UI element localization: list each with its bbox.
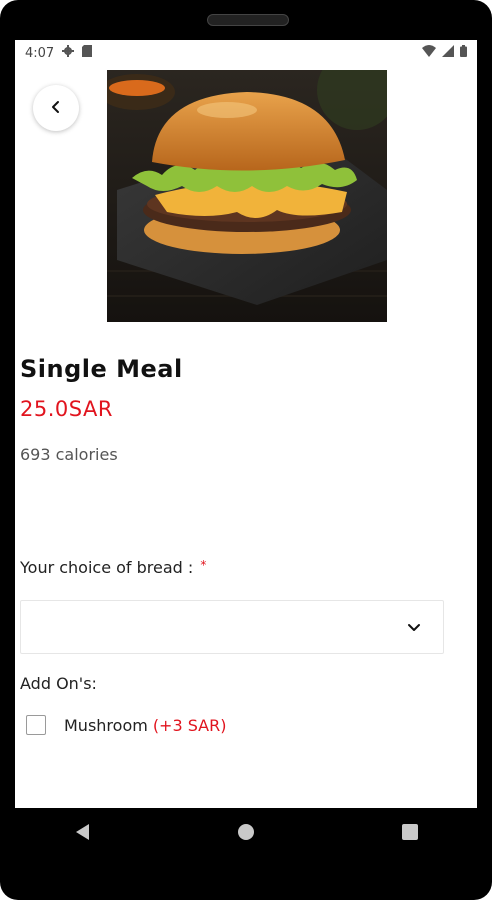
chevron-left-icon	[50, 99, 62, 118]
chevron-down-icon	[407, 618, 421, 637]
signal-icon	[442, 45, 454, 61]
addon-price: (+3 SAR)	[152, 715, 227, 735]
device-bottom-bezel	[0, 868, 492, 900]
sim-card-icon	[82, 45, 93, 61]
product-title: Single Meal	[20, 355, 183, 383]
android-nav-bar	[0, 808, 492, 860]
wifi-icon	[422, 45, 436, 61]
product-calories: 693 calories	[20, 445, 118, 464]
required-marker: *	[200, 558, 207, 572]
back-button[interactable]	[33, 85, 79, 131]
product-image	[107, 70, 387, 322]
back-triangle-icon[interactable]	[73, 822, 91, 846]
bread-choice-text: Your choice of bread :	[20, 558, 194, 577]
phone-frame: 4:07 Single Meal 25.0SAR 693 calories Yo…	[0, 0, 492, 900]
product-info: Single Meal 25.0SAR 693 calories	[20, 355, 472, 464]
bread-choice-dropdown[interactable]	[20, 600, 444, 654]
status-bar: 4:07	[15, 40, 477, 66]
addon-name: Mushroom	[64, 715, 148, 735]
speaker-grille	[207, 14, 289, 26]
addons-label: Add On's:	[20, 674, 97, 693]
status-time: 4:07	[25, 45, 55, 61]
battery-icon	[460, 45, 467, 61]
addon-checkbox[interactable]	[26, 715, 46, 735]
addon-item[interactable]: Mushroom (+3 SAR)	[26, 715, 226, 735]
bread-choice-label: Your choice of bread : *	[20, 558, 206, 577]
product-price: 25.0SAR	[20, 397, 113, 421]
recents-square-icon[interactable]	[401, 823, 419, 845]
settings-icon	[62, 45, 75, 61]
home-circle-icon[interactable]	[237, 823, 255, 845]
